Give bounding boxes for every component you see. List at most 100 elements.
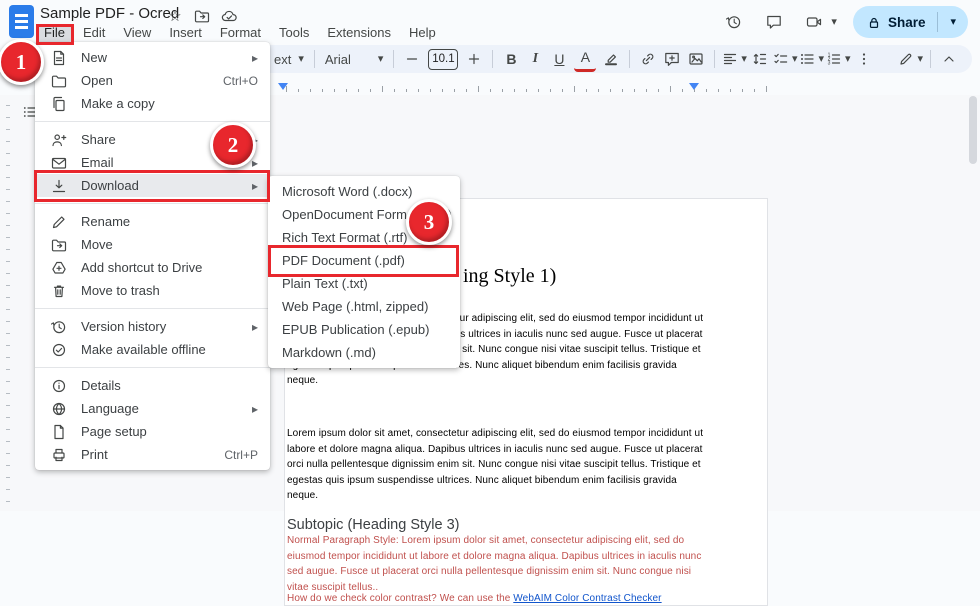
menu-item-label: Microsoft Word (.docx) [282, 184, 413, 199]
file-menu-item-make-a-copy[interactable]: Make a copy [35, 92, 270, 115]
bulleted-list-button[interactable]: ▾ [799, 48, 824, 70]
annotation-box-pdf [268, 245, 459, 277]
meet-videocam-icon[interactable] [801, 9, 827, 35]
ruler-tick [646, 89, 647, 92]
menu-extensions[interactable]: Extensions [319, 24, 399, 42]
menu-item-label: Move [81, 237, 113, 252]
insert-link-button[interactable] [637, 48, 659, 70]
person-add-icon [51, 132, 67, 148]
caret-down-icon: ▾ [791, 53, 798, 65]
checklist-button[interactable]: ▾ [773, 48, 798, 70]
file-menu-item-page-setup[interactable]: Page setup [35, 420, 270, 443]
ruler-tick [682, 89, 683, 92]
version-history-icon[interactable] [721, 9, 747, 35]
vertical-scrollbar-thumb[interactable] [969, 96, 977, 164]
ruler-tick [730, 89, 731, 92]
file-menu-item-version-history[interactable]: Version history ▸ [35, 315, 270, 338]
contrast-checker-link[interactable]: WebAIM Color Contrast Checker [513, 593, 661, 604]
menu-tools[interactable]: Tools [271, 24, 317, 42]
ruler-tick [286, 86, 287, 92]
ruler-tick [6, 489, 10, 490]
menu-insert[interactable]: Insert [161, 24, 210, 42]
paragraph-styles-dropdown-label: ext [274, 51, 292, 67]
toolbar-separator [393, 50, 395, 68]
ruler-tick [670, 86, 671, 92]
menu-item-label: EPUB Publication (.epub) [282, 322, 430, 337]
file-menu-item-move-to-trash[interactable]: Move to trash [35, 279, 270, 302]
caret-down-icon: ▾ [298, 53, 304, 65]
ruler-tick [454, 89, 455, 92]
file-menu-item-open[interactable]: Open Ctrl+O [35, 69, 270, 92]
file-menu-item-rename[interactable]: Rename [35, 210, 270, 233]
star-icon[interactable]: ☆ [166, 7, 184, 25]
vertical-ruler [4, 95, 14, 511]
font-family-dropdown[interactable]: Arial ▾ [321, 52, 388, 67]
menu-view[interactable]: View [115, 24, 159, 42]
line-spacing-button[interactable] [749, 48, 771, 70]
insert-image-button[interactable] [685, 48, 707, 70]
menu-item-label: Print [81, 447, 108, 462]
ruler-tick [478, 86, 479, 92]
ruler-tick [6, 465, 10, 466]
google-docs-logo-icon[interactable] [9, 5, 34, 38]
document-title[interactable]: Sample PDF - Ocred [40, 5, 179, 22]
file-menu-item-move[interactable]: Move [35, 233, 270, 256]
file-menu-item-details[interactable]: Details [35, 374, 270, 397]
file-menu-item-language[interactable]: Language ▸ [35, 397, 270, 420]
menu-item-label: Language [81, 401, 139, 416]
hide-menus-button[interactable] [938, 48, 960, 70]
ruler-tick [6, 213, 10, 214]
highlight-color-button[interactable] [600, 48, 622, 70]
ruler-tick [6, 381, 10, 382]
text-color-button[interactable]: A [574, 47, 597, 72]
ruler-tick [370, 89, 371, 92]
caret-down-icon: ▾ [917, 53, 923, 65]
download-menu-item-markdown-md[interactable]: Markdown (.md) [268, 341, 460, 364]
menu-item-label: Rename [81, 214, 131, 229]
menu-edit[interactable]: Edit [75, 24, 113, 42]
share-divider [937, 12, 939, 32]
file-menu-item-make-available-offline[interactable]: Make available offline [35, 338, 270, 361]
share-button[interactable]: Share ▾ [852, 6, 968, 38]
menu-item-shortcut: Ctrl+O [222, 73, 258, 88]
ruler-tick [742, 89, 743, 92]
menu-item-label: Rich Text Format (.rtf) [282, 230, 408, 245]
annotation-box-download [34, 170, 270, 202]
file-menu-item-new[interactable]: New ▸ [35, 46, 270, 69]
ruler-tick [6, 141, 10, 142]
caret-down-icon: ▾ [845, 53, 851, 65]
underline-button[interactable]: U [548, 48, 570, 70]
bold-button[interactable]: B [500, 48, 522, 70]
align-button[interactable]: ▾ [722, 48, 747, 70]
ruler-tick [430, 89, 431, 92]
meet-caret-icon[interactable]: ▾ [831, 17, 837, 28]
line-spacing-icon [752, 51, 768, 67]
menu-format[interactable]: Format [212, 24, 269, 42]
add-comment-button[interactable] [661, 48, 683, 70]
download-menu-item-web-page-html-zipped[interactable]: Web Page (.html, zipped) [268, 295, 460, 318]
ruler-tick [766, 86, 767, 92]
plus-icon [466, 51, 482, 67]
more-options-button[interactable] [853, 48, 875, 70]
editing-mode-button[interactable]: ▾ [898, 48, 923, 70]
file-menu-item-print[interactable]: Print Ctrl+P [35, 443, 270, 466]
chevron-up-icon [941, 51, 957, 67]
ruler-tick [6, 453, 10, 454]
doc-new-icon [51, 50, 67, 66]
move-folder-icon[interactable] [193, 7, 211, 25]
ruler-tick [442, 89, 443, 92]
comments-icon[interactable] [761, 9, 787, 35]
toolbar-separator [714, 50, 716, 68]
document-status-cloud-icon[interactable] [220, 7, 238, 25]
increase-font-size-button[interactable] [463, 48, 485, 70]
file-menu-item-add-shortcut-to-drive[interactable]: Add shortcut to Drive [35, 256, 270, 279]
download-menu-item-epub-publication-epub[interactable]: EPUB Publication (.epub) [268, 318, 460, 341]
numbered-list-button[interactable]: 1 2 3 ▾ [826, 48, 851, 70]
caret-down-icon: ▾ [741, 53, 747, 65]
menu-help[interactable]: Help [401, 24, 444, 42]
decrease-font-size-button[interactable] [401, 48, 423, 70]
italic-button[interactable]: I [524, 48, 546, 70]
font-size-input[interactable]: 10.1 [428, 48, 459, 70]
share-caret-icon[interactable]: ▾ [942, 17, 964, 28]
paragraph-styles-dropdown[interactable]: ext ▾ [270, 52, 308, 67]
